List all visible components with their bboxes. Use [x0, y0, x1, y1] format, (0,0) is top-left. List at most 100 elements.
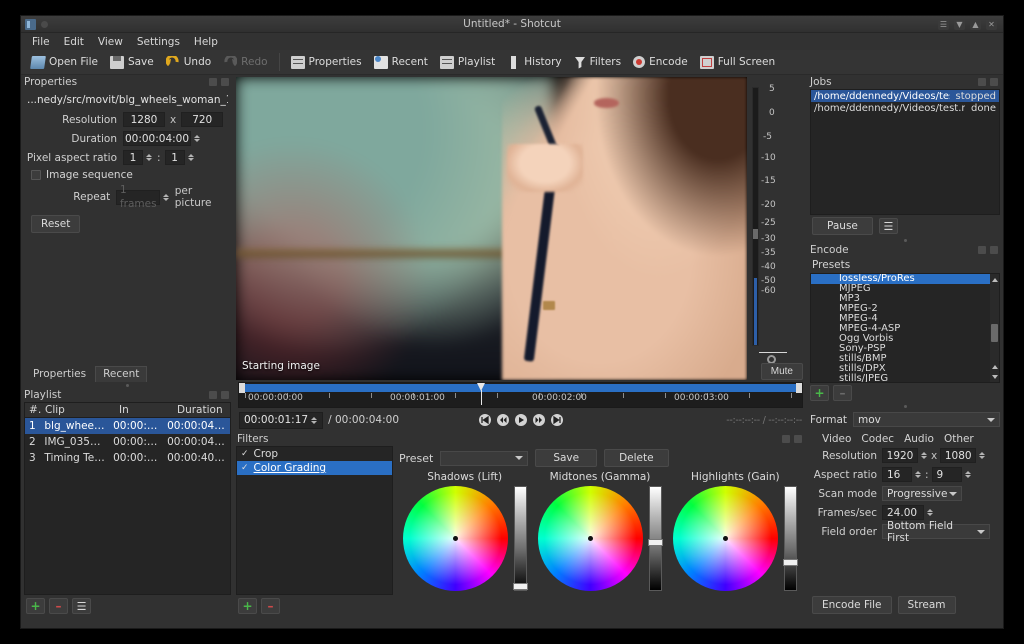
scan-mode-select[interactable]: Progressive: [882, 486, 962, 501]
video-preview[interactable]: Starting image: [236, 77, 747, 380]
toolbar-filters[interactable]: Filters: [568, 54, 627, 71]
playhead[interactable]: [477, 383, 486, 405]
fps-stepper[interactable]: [927, 506, 934, 519]
properties-float-icon[interactable]: [209, 78, 217, 86]
current-position-input[interactable]: 00:00:01:17: [239, 411, 324, 429]
position-stepper[interactable]: [311, 414, 318, 427]
mute-button[interactable]: Mute: [760, 363, 803, 380]
skip-next-icon[interactable]: [550, 414, 563, 426]
shadows-color-wheel[interactable]: [402, 486, 508, 591]
encode-aspect-den-stepper[interactable]: [964, 468, 972, 481]
list-item[interactable]: /home/ddennedy/Videos/test.mov stopped: [811, 90, 999, 102]
minimize-button[interactable]: ▼: [954, 18, 965, 30]
column-header-in[interactable]: In: [115, 404, 173, 416]
encode-resolution-width-input[interactable]: 1920: [882, 448, 918, 463]
add-preset-button[interactable]: +: [810, 385, 829, 401]
table-row[interactable]: 3 Timing Testsl... 00:00:47:08 00:00:40:…: [25, 450, 230, 466]
menu-file[interactable]: File: [26, 35, 56, 49]
scroll-down-top-icon[interactable]: [991, 362, 998, 371]
shade-button[interactable]: ☰: [938, 18, 949, 30]
toolbar-playlist[interactable]: Playlist: [434, 54, 501, 71]
scrollbar-thumb[interactable]: [991, 323, 998, 342]
toolbar-redo[interactable]: Redo: [217, 54, 273, 71]
rewind-icon[interactable]: [496, 414, 509, 426]
shadows-slider-handle[interactable]: [512, 582, 528, 590]
highlights-slider-handle[interactable]: [783, 559, 799, 567]
filters-close-icon[interactable]: [794, 435, 802, 443]
tab-recent[interactable]: Recent: [95, 366, 148, 382]
format-select[interactable]: mov: [853, 412, 1000, 427]
shadows-wheel-handle[interactable]: [452, 536, 458, 541]
tab-other[interactable]: Other: [944, 433, 974, 445]
menu-view[interactable]: View: [92, 35, 129, 49]
out-point-marker[interactable]: [796, 383, 802, 393]
reset-button[interactable]: Reset: [31, 215, 81, 233]
encode-height-stepper[interactable]: [979, 449, 986, 462]
table-row[interactable]: 2 IMG_0357.JPG 00:00:00:00 00:00:04:00: [25, 434, 230, 450]
duration-stepper[interactable]: [194, 132, 201, 145]
menu-settings[interactable]: Settings: [131, 35, 186, 49]
toolbar-open-file[interactable]: Open File: [25, 54, 104, 71]
preset-list-scrollbar[interactable]: [990, 274, 999, 382]
tab-video[interactable]: Video: [822, 433, 851, 445]
toolbar-undo[interactable]: Undo: [160, 54, 217, 71]
midtones-slider-handle[interactable]: [647, 538, 663, 546]
close-button[interactable]: ✕: [986, 18, 997, 30]
filters-float-icon[interactable]: [782, 435, 790, 443]
duration-input[interactable]: 00:00:04:00: [123, 131, 191, 146]
par-numerator-stepper[interactable]: [146, 151, 153, 164]
pause-jobs-button[interactable]: Pause: [812, 217, 873, 235]
list-item[interactable]: /home/ddennedy/Videos/test.mov done: [811, 102, 999, 114]
table-row[interactable]: 1 blg_wheels_... 00:00:00:00 00:00:04:00: [25, 418, 230, 434]
midtones-color-wheel[interactable]: [537, 486, 643, 591]
midtones-level-slider[interactable]: [647, 486, 663, 591]
column-header-clip[interactable]: Clip: [41, 404, 115, 416]
menu-edit[interactable]: Edit: [58, 35, 90, 49]
encode-aspect-num-stepper[interactable]: [915, 468, 922, 481]
par-denominator-stepper[interactable]: [187, 151, 195, 164]
image-sequence-row[interactable]: Image sequence: [31, 169, 228, 181]
properties-close-icon[interactable]: [221, 78, 229, 86]
filter-check-icon[interactable]: ✓: [241, 449, 249, 459]
tab-codec[interactable]: Codec: [861, 433, 894, 445]
repeat-input[interactable]: 1 frames: [116, 184, 161, 210]
list-item[interactable]: ✓ Crop: [237, 447, 392, 461]
list-item[interactable]: stills/JPEG: [811, 374, 999, 383]
highlights-level-slider[interactable]: [783, 486, 799, 591]
column-header-duration[interactable]: Duration: [173, 404, 230, 416]
skip-previous-icon[interactable]: [478, 414, 491, 426]
in-point-marker[interactable]: [239, 383, 245, 393]
preset-select[interactable]: [440, 450, 529, 466]
frames-per-sec-input[interactable]: 24.00: [882, 505, 924, 520]
jobs-menu-button[interactable]: ☰: [878, 218, 898, 234]
stream-button[interactable]: Stream: [897, 596, 956, 614]
highlights-color-wheel[interactable]: [673, 486, 779, 591]
encode-aspect-den-input[interactable]: 9: [931, 467, 962, 482]
save-preset-button[interactable]: Save: [535, 449, 598, 467]
midtones-wheel-handle[interactable]: [587, 536, 593, 541]
filter-check-icon[interactable]: ✓: [241, 463, 249, 473]
audio-meter-handle[interactable]: [753, 229, 758, 240]
encode-float-icon[interactable]: [978, 246, 986, 254]
par-denominator-input[interactable]: 1: [164, 150, 185, 165]
maximize-button[interactable]: ▲: [970, 18, 981, 30]
shadows-level-slider[interactable]: [512, 486, 528, 591]
par-numerator-input[interactable]: 1: [123, 150, 143, 165]
resolution-height-input[interactable]: 720: [181, 112, 224, 127]
toolbar-encode[interactable]: Encode: [627, 54, 694, 70]
add-filter-button[interactable]: +: [238, 598, 257, 614]
encode-close-icon[interactable]: [990, 246, 998, 254]
list-item[interactable]: ✓ Color Grading: [237, 461, 392, 475]
toolbar-full-screen[interactable]: Full Screen: [694, 54, 781, 71]
encode-resolution-height-input[interactable]: 1080: [940, 448, 977, 463]
delete-preset-button[interactable]: Delete: [604, 449, 669, 467]
tab-properties[interactable]: Properties: [26, 367, 93, 382]
scroll-up-icon[interactable]: [991, 275, 998, 284]
tab-audio[interactable]: Audio: [904, 433, 934, 445]
add-to-playlist-button[interactable]: +: [26, 598, 45, 614]
jobs-close-icon[interactable]: [990, 78, 998, 86]
field-order-select[interactable]: Bottom Field First: [882, 520, 990, 544]
image-sequence-checkbox[interactable]: [31, 170, 41, 180]
encode-file-button[interactable]: Encode File: [812, 596, 892, 614]
toolbar-save[interactable]: Save: [104, 54, 160, 71]
